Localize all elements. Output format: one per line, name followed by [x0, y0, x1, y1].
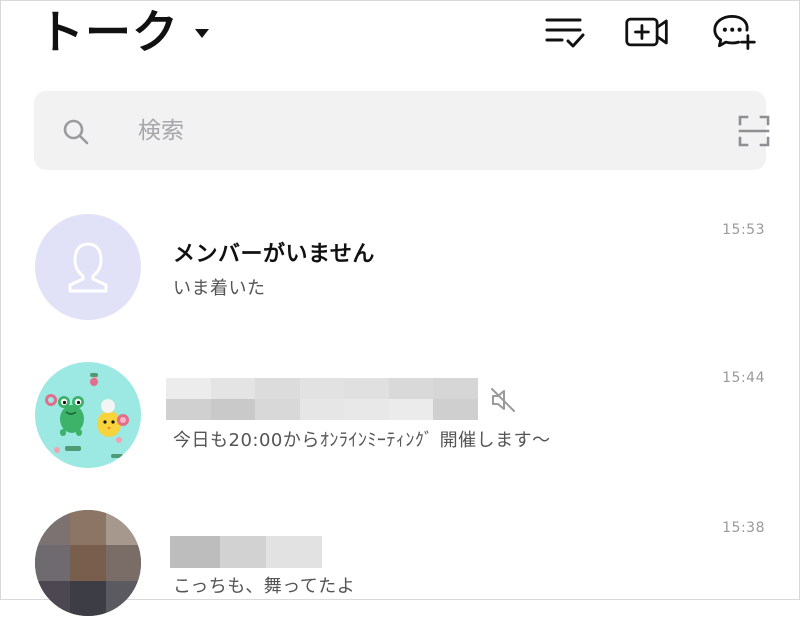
header: トーク	[0, 0, 800, 80]
search-icon	[62, 118, 90, 150]
chat-last-message: いま着いた	[173, 278, 266, 299]
search-input[interactable]	[136, 111, 700, 151]
sticker-characters-image	[45, 373, 129, 458]
mute-icon	[489, 386, 517, 418]
chat-name: メンバーがいません	[173, 242, 375, 267]
checklist-icon[interactable]	[542, 10, 588, 54]
chat-timestamp: 15:44	[722, 370, 765, 386]
search-bar[interactable]	[34, 91, 770, 170]
page-title: トーク	[38, 5, 179, 59]
title-dropdown[interactable]: トーク	[38, 2, 209, 62]
pixelated-avatar	[35, 510, 141, 616]
video-call-add-icon[interactable]	[624, 10, 670, 54]
new-chat-icon[interactable]	[712, 10, 758, 54]
chat-last-message: 今日も20:00からｵﾝﾗｲﾝﾐｰﾃｨﾝｸﾞ 開催します〜	[173, 430, 551, 451]
caret-down-icon	[195, 28, 209, 38]
chat-row[interactable]: メンバーがいません いま着いた 15:53	[0, 200, 800, 340]
person-icon	[68, 242, 108, 293]
chat-timestamp: 15:53	[722, 222, 765, 238]
group-avatar	[35, 362, 141, 468]
chat-timestamp: 15:38	[722, 520, 765, 536]
default-avatar	[35, 214, 141, 320]
qr-scan-icon[interactable]	[738, 115, 770, 151]
chat-row[interactable]: 今日も20:00からｵﾝﾗｲﾝﾐｰﾃｨﾝｸﾞ 開催します〜 15:44	[0, 350, 800, 490]
pixelated-chat-name	[170, 536, 322, 568]
chat-row[interactable]: こっちも、舞ってたよ 15:38	[0, 500, 800, 640]
chat-last-message: こっちも、舞ってたよ	[173, 576, 356, 597]
pixelated-chat-name	[166, 378, 478, 420]
